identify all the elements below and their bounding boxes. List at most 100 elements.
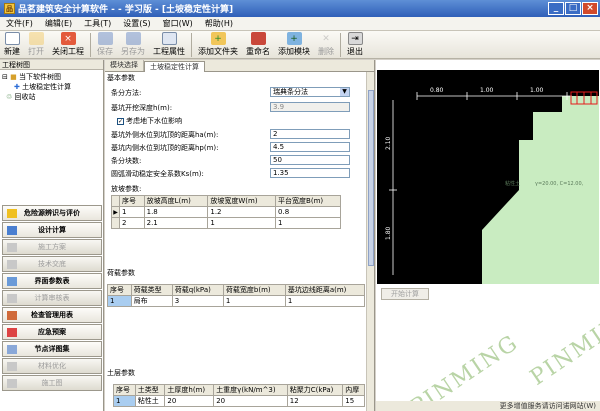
add-module-button[interactable]: + 添加模块 bbox=[274, 31, 314, 58]
depth-field[interactable]: 3.9 bbox=[270, 102, 350, 112]
close-project-button[interactable]: × 关闭工程 bbox=[48, 31, 88, 58]
outer-water-label: 基坑外侧水位到坑顶的距离ha(m): bbox=[111, 131, 219, 139]
start-calc-button[interactable]: 开始计算 bbox=[381, 288, 429, 300]
menu-window[interactable]: 窗口(W) bbox=[157, 18, 199, 29]
module-inspection[interactable]: 检查管理用表 bbox=[2, 307, 102, 323]
module-interface-params[interactable]: 界面参数表 bbox=[2, 273, 102, 289]
dim-label-side-top: 2.10 bbox=[385, 136, 392, 150]
close-project-icon: × bbox=[60, 32, 76, 45]
row-indicator bbox=[111, 195, 120, 207]
collapse-icon[interactable]: ⊟ bbox=[2, 73, 8, 81]
module-drawings[interactable]: 施工图 bbox=[2, 375, 102, 391]
menu-file[interactable]: 文件(F) bbox=[0, 18, 39, 29]
table-row[interactable]: 1 局布 3 1 1 bbox=[107, 295, 366, 307]
form-scrollbar[interactable] bbox=[366, 72, 374, 411]
table-cell[interactable]: 1.2 bbox=[207, 206, 277, 218]
table-cell[interactable]: 2 bbox=[119, 217, 145, 229]
tab-module-select[interactable]: 模块选择 bbox=[105, 60, 144, 71]
table-cell[interactable]: 1 bbox=[119, 206, 145, 218]
module-tech-briefing[interactable]: 技术交底 bbox=[2, 256, 102, 272]
maximize-button[interactable]: □ bbox=[565, 2, 581, 15]
inner-water-field[interactable]: 4.5 bbox=[270, 142, 350, 152]
basic-params-title: 基本参数 bbox=[107, 74, 135, 82]
add-folder-button[interactable]: + 添加文件夹 bbox=[194, 31, 242, 58]
save-as-button[interactable]: 另存为 bbox=[117, 31, 149, 58]
groundwater-checkbox[interactable]: ✓ bbox=[117, 117, 124, 125]
close-button[interactable]: × bbox=[582, 2, 598, 15]
table-cell[interactable]: 1.8 bbox=[143, 206, 209, 218]
load-params-table[interactable]: 序号 荷载类型 荷载q(kPa) 荷载宽度b(m) 基坑边线距离a(m) 1 局… bbox=[107, 284, 366, 307]
table-cell[interactable]: 2.1 bbox=[143, 217, 209, 229]
table-cell[interactable]: 1 bbox=[207, 217, 277, 229]
table-cell[interactable]: 20 bbox=[164, 395, 215, 407]
table-cell[interactable]: 15 bbox=[342, 395, 365, 407]
menu-edit[interactable]: 编辑(E) bbox=[39, 18, 78, 29]
module-hazard[interactable]: 危险源辨识与评价 bbox=[2, 205, 102, 221]
tree-node-calc[interactable]: ✚ 土坡稳定性计算 bbox=[2, 82, 101, 92]
table-row[interactable]: 2 2.1 1 1 bbox=[111, 217, 341, 229]
table-cell[interactable]: 1 bbox=[275, 217, 341, 229]
table-cell[interactable]: 1 bbox=[113, 395, 136, 407]
save-label: 保存 bbox=[97, 47, 113, 56]
module-material[interactable]: 材料优化 bbox=[2, 358, 102, 374]
module-design-calc-label: 设计计算 bbox=[38, 226, 66, 234]
tab-slope-stability[interactable]: 土坡稳定性计算 bbox=[144, 61, 205, 72]
module-emergency[interactable]: 应急预案 bbox=[2, 324, 102, 340]
table-cell[interactable]: 粘性土 bbox=[134, 395, 166, 407]
table-cell[interactable]: 1 bbox=[222, 295, 286, 307]
minimize-button[interactable]: _ bbox=[548, 2, 564, 15]
table-icon bbox=[7, 277, 17, 286]
delete-button[interactable]: ✕ 删除 bbox=[314, 31, 338, 58]
soil-params-table[interactable]: 序号 土类型 土厚度h(m) 土重度γ(kN/m^3) 粘聚力C(kPa) 内摩… bbox=[113, 384, 365, 407]
rename-button[interactable]: 重命名 bbox=[242, 31, 274, 58]
table-cell[interactable]: 1 bbox=[284, 295, 366, 307]
slices-field[interactable]: 50 bbox=[270, 155, 350, 165]
method-select[interactable]: 瑞典条分法 ▼ bbox=[270, 87, 350, 97]
status-bar[interactable]: 更多增值服务请访问诺网站(W) bbox=[376, 401, 600, 411]
stack-icon bbox=[7, 345, 17, 354]
save-as-icon bbox=[125, 32, 141, 45]
new-button[interactable]: 新建 bbox=[0, 31, 24, 58]
table-row[interactable]: ▶ 1 1.8 1.2 0.8 bbox=[111, 206, 341, 218]
column-header: 放坡宽度W(m) bbox=[207, 195, 277, 207]
project-tree: ⊟ ■ 当下软件树图 ✚ 土坡稳定性计算 ♲ 回收站 bbox=[0, 70, 103, 104]
groundwater-checkbox-row[interactable]: ✓ 考虑地下水位影响 bbox=[117, 116, 182, 126]
table-cell[interactable]: 20 bbox=[213, 395, 288, 407]
save-button[interactable]: 保存 bbox=[93, 31, 117, 58]
tree-node-recycle[interactable]: ♲ 回收站 bbox=[2, 92, 101, 102]
safety-field[interactable]: 1.35 bbox=[270, 168, 350, 178]
outer-water-field[interactable]: 2 bbox=[270, 129, 350, 139]
table-cell[interactable]: 局布 bbox=[130, 295, 173, 307]
method-label: 条分方法: bbox=[111, 89, 142, 97]
exit-button[interactable]: ⇥ 退出 bbox=[343, 31, 367, 58]
close-project-label: 关闭工程 bbox=[52, 47, 84, 56]
soil-type-label: 粘性土 bbox=[505, 180, 520, 187]
column-header: 土类型 bbox=[134, 384, 166, 396]
menu-tools[interactable]: 工具(T) bbox=[78, 18, 117, 29]
scrollbar-thumb[interactable] bbox=[368, 90, 374, 266]
open-button[interactable]: 打开 bbox=[24, 31, 48, 58]
column-header: 序号 bbox=[119, 195, 145, 207]
save-icon bbox=[97, 32, 113, 45]
table-cell[interactable]: 1 bbox=[107, 295, 132, 307]
chevron-down-icon[interactable]: ▼ bbox=[340, 88, 349, 96]
module-construction-plan[interactable]: 施工方案 bbox=[2, 239, 102, 255]
title-bar[interactable]: 品 品茗建筑安全计算软件 - - 学习版 - [土坡稳定性计算] _ □ × bbox=[0, 0, 600, 17]
module-node-details[interactable]: 节点详图集 bbox=[2, 341, 102, 357]
toolbar-separator bbox=[90, 33, 91, 57]
table-cell[interactable]: 12 bbox=[286, 395, 344, 407]
slope-params-table[interactable]: 序号 放坡高度L(m) 放坡宽度W(m) 平台宽度B(m) ▶ 1 1.8 1.… bbox=[111, 195, 341, 229]
recycle-bin-icon: ♲ bbox=[6, 93, 13, 101]
table-cell[interactable]: 3 bbox=[171, 295, 224, 307]
slope-diagram-canvas[interactable]: 0.80 1.00 1.00 2.10 1.80 粘性土 γ=20.00, C=… bbox=[377, 70, 599, 284]
tree-node-root[interactable]: ⊟ ■ 当下软件树图 bbox=[2, 72, 101, 82]
module-review-table[interactable]: 计算审核表 bbox=[2, 290, 102, 306]
module-design-calc[interactable]: 设计计算 bbox=[2, 222, 102, 238]
project-tree-panel: 工程树图 ⊟ ■ 当下软件树图 ✚ 土坡稳定性计算 ♲ 回收站 危险源辨识与评价… bbox=[0, 60, 104, 411]
table-row[interactable]: 1 粘性土 20 20 12 15 bbox=[113, 395, 365, 407]
table-cell[interactable]: 0.8 bbox=[275, 206, 341, 218]
menu-settings[interactable]: 设置(S) bbox=[117, 18, 156, 29]
project-props-button[interactable]: 工程属性 bbox=[149, 31, 189, 58]
menu-help[interactable]: 帮助(H) bbox=[199, 18, 239, 29]
form-area: 基本参数 条分方法: 瑞典条分法 ▼ 基坑开挖深度h(m): 3.9 ✓ 考虑地下水… bbox=[105, 72, 367, 411]
